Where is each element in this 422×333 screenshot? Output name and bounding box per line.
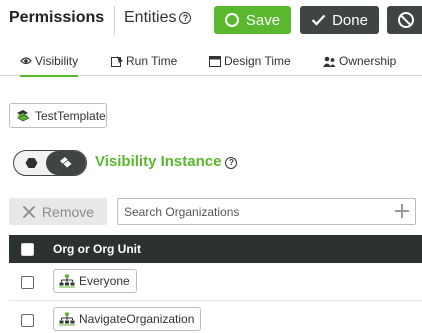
toggle-knob [46, 151, 86, 175]
org-label: NavigateOrganization [79, 312, 195, 326]
tab-visibility[interactable]: Visibility [20, 46, 79, 77]
table-row: Everyone [9, 263, 422, 301]
design-icon [209, 55, 221, 67]
template-icon [17, 109, 30, 121]
eye-icon [20, 57, 32, 65]
entities-label[interactable]: Entities [124, 9, 176, 26]
tab-label: Run Time [126, 54, 178, 68]
org-tree-icon [59, 312, 75, 326]
tab-label: Design Time [224, 54, 291, 68]
done-label: Done [332, 11, 368, 29]
tab-design-time[interactable]: Design Time [209, 46, 291, 76]
template-label: TestTemplate [35, 108, 106, 123]
visibility-heading: Visibility Instance? [95, 153, 238, 170]
close-icon [22, 205, 36, 218]
template-chip[interactable]: TestTemplate [9, 103, 107, 128]
row-checkbox[interactable] [21, 314, 34, 327]
tab-ownership[interactable]: Ownership [323, 46, 396, 76]
header-divider [114, 6, 115, 35]
help-icon[interactable]: ? [179, 12, 192, 24]
row-checkbox[interactable] [21, 276, 34, 289]
users-icon [323, 56, 336, 67]
remove-label: Remove [41, 203, 95, 220]
visibility-mode-toggle[interactable] [13, 150, 87, 176]
block-icon [398, 12, 414, 28]
hexagon-icon [25, 158, 38, 168]
table-row: NavigateOrganization [9, 301, 422, 333]
tab-label: Visibility [35, 53, 79, 68]
save-button[interactable]: Save [214, 6, 291, 34]
table-header: Org or Org Unit [9, 235, 422, 263]
done-button[interactable]: Done [300, 6, 379, 34]
plus-icon[interactable] [395, 204, 409, 218]
check-icon [311, 14, 326, 26]
search-organizations [117, 198, 416, 225]
select-all-checkbox[interactable] [21, 243, 34, 256]
save-circle-icon [224, 13, 239, 27]
permissions-panel: Permissions Entities? Save Done Visibili… [0, 0, 422, 333]
page-title: Permissions [9, 9, 105, 26]
entities-link[interactable]: Entities? [124, 9, 192, 27]
runtime-icon [111, 55, 123, 67]
search-input[interactable] [118, 199, 388, 224]
org-chip[interactable]: NavigateOrganization [53, 307, 202, 331]
remove-button[interactable]: Remove [9, 198, 107, 225]
org-chip[interactable]: Everyone [53, 269, 137, 293]
help-icon[interactable]: ? [225, 156, 238, 169]
permission-tabs: Visibility Run Time Design Time Ownershi… [0, 46, 422, 77]
tab-run-time[interactable]: Run Time [111, 46, 177, 76]
cancel-button[interactable] [387, 6, 422, 34]
stack-icon [60, 157, 73, 169]
org-label: Everyone [79, 274, 130, 288]
visibility-heading-label: Visibility Instance [95, 153, 222, 170]
column-header-org[interactable]: Org or Org Unit [53, 242, 141, 256]
org-tree-icon [59, 274, 75, 288]
tab-label: Ownership [339, 54, 397, 68]
save-label: Save [245, 11, 281, 29]
